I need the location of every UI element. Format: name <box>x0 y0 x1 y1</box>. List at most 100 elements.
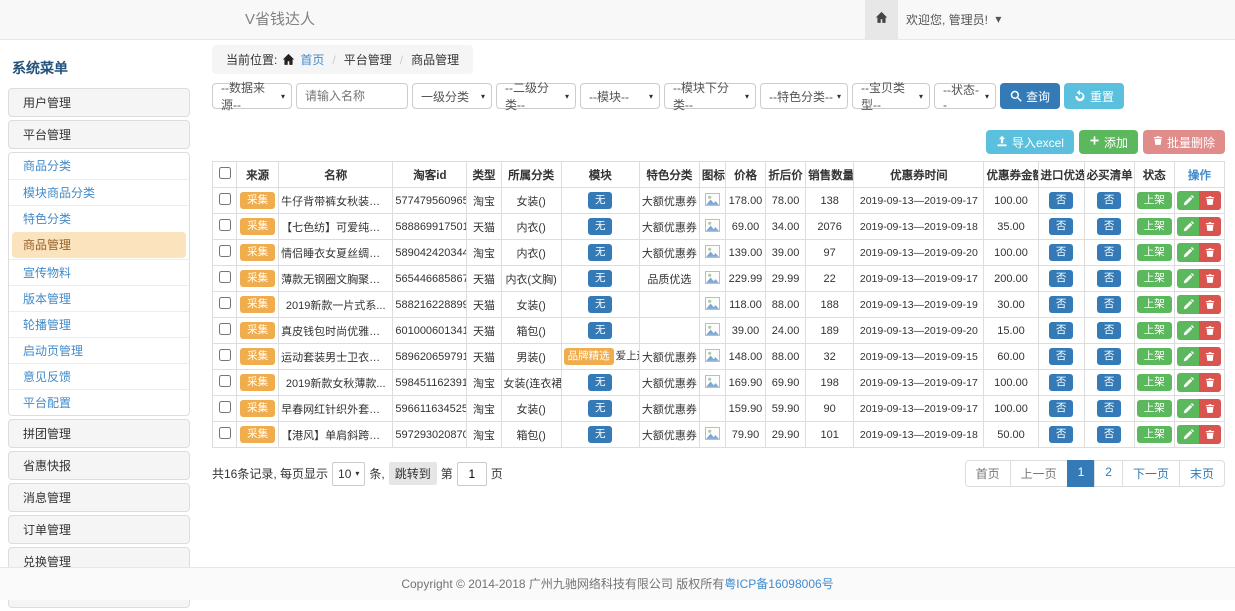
module-badge[interactable]: 无 <box>588 426 613 443</box>
must-buy-toggle[interactable]: 否 <box>1097 374 1122 391</box>
status-badge[interactable]: 上架 <box>1137 296 1172 313</box>
import-select-toggle[interactable]: 否 <box>1049 400 1074 417</box>
delete-button[interactable] <box>1199 373 1221 392</box>
import-select-toggle[interactable]: 否 <box>1049 296 1074 313</box>
import-select-toggle[interactable]: 否 <box>1049 218 1074 235</box>
sidebar-item-平台配置[interactable]: 平台配置 <box>9 389 189 415</box>
filter-select[interactable]: --模块--▾ <box>580 83 660 109</box>
sidebar-item-订单管理[interactable]: 订单管理 <box>8 515 190 544</box>
edit-button[interactable] <box>1177 425 1199 444</box>
sidebar-item-意见反馈[interactable]: 意见反馈 <box>9 363 189 389</box>
row-checkbox[interactable] <box>219 323 231 335</box>
row-checkbox[interactable] <box>219 427 231 439</box>
icp-link[interactable]: 粤ICP备16098006号 <box>724 577 833 591</box>
edit-button[interactable] <box>1177 269 1199 288</box>
must-buy-toggle[interactable]: 否 <box>1097 348 1122 365</box>
row-checkbox[interactable] <box>219 219 231 231</box>
page-size-select[interactable]: 10 ▾ <box>332 462 365 486</box>
must-buy-toggle[interactable]: 否 <box>1097 322 1122 339</box>
must-buy-toggle[interactable]: 否 <box>1097 400 1122 417</box>
delete-button[interactable] <box>1199 191 1221 210</box>
select-all-checkbox[interactable] <box>219 167 231 179</box>
must-buy-toggle[interactable]: 否 <box>1097 296 1122 313</box>
pager-item-2[interactable]: 2 <box>1094 460 1123 487</box>
sidebar-item-省惠快报[interactable]: 省惠快报 <box>8 451 190 480</box>
module-badge[interactable]: 无 <box>588 244 613 261</box>
delete-button[interactable] <box>1199 425 1221 444</box>
delete-button[interactable] <box>1199 217 1221 236</box>
module-badge[interactable]: 无 <box>588 218 613 235</box>
import-select-toggle[interactable]: 否 <box>1049 244 1074 261</box>
filter-select[interactable]: --特色分类--▾ <box>760 83 848 109</box>
user-menu[interactable]: 欢迎您, 管理员! ▾ <box>906 0 1001 40</box>
edit-button[interactable] <box>1177 321 1199 340</box>
jump-page-input[interactable] <box>457 462 487 486</box>
import-select-toggle[interactable]: 否 <box>1049 374 1074 391</box>
row-checkbox[interactable] <box>219 271 231 283</box>
delete-button[interactable] <box>1199 269 1221 288</box>
sidebar-item-版本管理[interactable]: 版本管理 <box>9 285 189 311</box>
sidebar-item-轮播管理[interactable]: 轮播管理 <box>9 311 189 337</box>
pager-item-末页[interactable]: 末页 <box>1179 460 1225 487</box>
delete-button[interactable] <box>1199 347 1221 366</box>
edit-button[interactable] <box>1177 295 1199 314</box>
must-buy-toggle[interactable]: 否 <box>1097 218 1122 235</box>
sidebar-item-商品管理[interactable]: 商品管理 <box>12 232 186 258</box>
filter-select[interactable]: --二级分类--▾ <box>496 83 576 109</box>
pager-item-首页[interactable]: 首页 <box>965 460 1011 487</box>
sidebar-item-模块商品分类[interactable]: 模块商品分类 <box>9 179 189 205</box>
delete-button[interactable] <box>1199 295 1221 314</box>
module-badge[interactable]: 无 <box>588 322 613 339</box>
status-badge[interactable]: 上架 <box>1137 192 1172 209</box>
edit-button[interactable] <box>1177 347 1199 366</box>
status-badge[interactable]: 上架 <box>1137 270 1172 287</box>
sidebar-item-消息管理[interactable]: 消息管理 <box>8 483 190 512</box>
status-badge[interactable]: 上架 <box>1137 244 1172 261</box>
import-excel-button[interactable]: 导入excel <box>986 130 1074 154</box>
breadcrumb-home-link[interactable]: 首页 <box>300 51 324 68</box>
sidebar-item-特色分类[interactable]: 特色分类 <box>9 205 189 231</box>
module-badge[interactable]: 无 <box>588 374 613 391</box>
must-buy-toggle[interactable]: 否 <box>1097 426 1122 443</box>
pager-item-下一页[interactable]: 下一页 <box>1122 460 1180 487</box>
filter-select[interactable]: 一级分类▾ <box>412 83 492 109</box>
status-badge[interactable]: 上架 <box>1137 218 1172 235</box>
sidebar-item-平台管理[interactable]: 平台管理 <box>8 120 190 149</box>
must-buy-toggle[interactable]: 否 <box>1097 270 1122 287</box>
pager-item-上一页[interactable]: 上一页 <box>1010 460 1068 487</box>
edit-button[interactable] <box>1177 399 1199 418</box>
sidebar-item-拼团管理[interactable]: 拼团管理 <box>8 419 190 448</box>
row-checkbox[interactable] <box>219 245 231 257</box>
status-badge[interactable]: 上架 <box>1137 374 1172 391</box>
row-checkbox[interactable] <box>219 297 231 309</box>
delete-button[interactable] <box>1199 321 1221 340</box>
sidebar-item-用户管理[interactable]: 用户管理 <box>8 88 190 117</box>
must-buy-toggle[interactable]: 否 <box>1097 244 1122 261</box>
jump-button[interactable]: 跳转到 <box>389 462 437 485</box>
import-select-toggle[interactable]: 否 <box>1049 348 1074 365</box>
filter-select[interactable]: --模块下分类--▾ <box>664 83 756 109</box>
edit-button[interactable] <box>1177 373 1199 392</box>
home-shortcut-button[interactable] <box>865 0 898 39</box>
query-button[interactable]: 查询 <box>1000 83 1060 109</box>
edit-button[interactable] <box>1177 243 1199 262</box>
sidebar-item-启动页管理[interactable]: 启动页管理 <box>9 337 189 363</box>
delete-button[interactable] <box>1199 399 1221 418</box>
module-badge[interactable]: 无 <box>588 400 613 417</box>
batch-delete-button[interactable]: 批量删除 <box>1143 130 1225 154</box>
must-buy-toggle[interactable]: 否 <box>1097 192 1122 209</box>
status-badge[interactable]: 上架 <box>1137 400 1172 417</box>
module-badge[interactable]: 无 <box>588 296 613 313</box>
module-badge[interactable]: 无 <box>588 270 613 287</box>
row-checkbox[interactable] <box>219 401 231 413</box>
filter-select[interactable]: --数据来源--▾ <box>212 83 292 109</box>
import-select-toggle[interactable]: 否 <box>1049 270 1074 287</box>
status-badge[interactable]: 上架 <box>1137 348 1172 365</box>
module-badge[interactable]: 品牌精选 <box>564 348 614 365</box>
reset-button[interactable]: 重置 <box>1064 83 1124 109</box>
delete-button[interactable] <box>1199 243 1221 262</box>
module-badge[interactable]: 无 <box>588 192 613 209</box>
add-button[interactable]: 添加 <box>1079 130 1138 154</box>
edit-button[interactable] <box>1177 217 1199 236</box>
row-checkbox[interactable] <box>219 193 231 205</box>
